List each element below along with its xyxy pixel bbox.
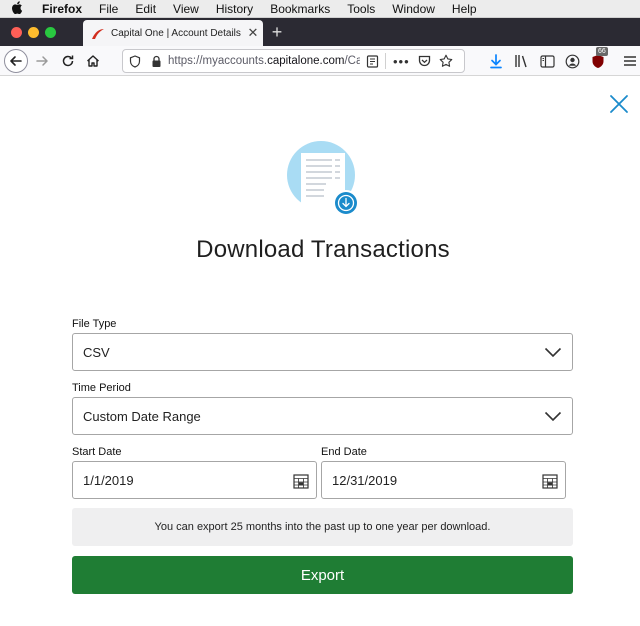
menu-window[interactable]: Window xyxy=(392,2,435,16)
sidebar-icon[interactable] xyxy=(539,53,555,69)
chevron-down-icon xyxy=(544,347,562,358)
url-prefix: https://myaccounts. xyxy=(168,55,268,67)
tab-close-icon[interactable]: ✕ xyxy=(243,25,263,41)
url-text[interactable]: https://myaccounts.capitalone.com/Ca xyxy=(168,55,360,67)
chevron-down-icon xyxy=(544,411,562,422)
file-type-label: File Type xyxy=(72,318,117,330)
tracking-protection-shield-icon[interactable] xyxy=(126,52,144,70)
new-tab-button[interactable]: + xyxy=(268,22,286,42)
menu-app-firefox[interactable]: Firefox xyxy=(42,2,82,16)
macos-menubar: Firefox File Edit View History Bookmarks… xyxy=(0,0,640,18)
pocket-icon[interactable] xyxy=(416,52,434,70)
file-type-value: CSV xyxy=(83,344,110,360)
ublock-badge-count: 66 xyxy=(596,47,608,56)
end-date-label: End Date xyxy=(321,446,367,458)
dialog-title: Download Transactions xyxy=(196,236,450,263)
home-icon xyxy=(87,55,99,67)
start-date-value: 1/1/2019 xyxy=(83,472,134,488)
reload-button[interactable] xyxy=(56,49,80,73)
arrow-left-icon xyxy=(10,56,22,66)
tab-strip: Capital One | Account Details ✕ + xyxy=(0,18,640,46)
time-period-value: Custom Date Range xyxy=(83,408,201,424)
export-limit-info-text: You can export 25 months into the past u… xyxy=(154,521,491,533)
calendar-icon[interactable] xyxy=(293,473,309,489)
arrow-right-icon xyxy=(36,56,48,66)
account-icon[interactable] xyxy=(564,53,580,69)
capital-one-favicon-icon xyxy=(91,27,105,39)
start-date-label: Start Date xyxy=(72,446,122,458)
menu-help[interactable]: Help xyxy=(452,2,477,16)
window-close-button[interactable] xyxy=(11,27,22,38)
tab-title: Capital One | Account Details xyxy=(111,27,241,39)
time-period-label: Time Period xyxy=(72,382,131,394)
file-type-select[interactable]: CSV xyxy=(72,333,573,371)
library-icon[interactable] xyxy=(514,53,530,69)
calendar-icon[interactable] xyxy=(542,473,558,489)
menu-history[interactable]: History xyxy=(216,2,253,16)
end-date-value: 12/31/2019 xyxy=(332,472,398,488)
menu-view[interactable]: View xyxy=(173,2,199,16)
home-button[interactable] xyxy=(81,49,105,73)
download-document-illustration-icon xyxy=(283,139,363,219)
time-period-select[interactable]: Custom Date Range xyxy=(72,397,573,435)
url-suffix: /Ca xyxy=(344,55,360,67)
reader-view-icon[interactable] xyxy=(363,52,381,70)
export-button[interactable]: Export xyxy=(72,556,573,594)
end-date-input[interactable]: 12/31/2019 xyxy=(321,461,566,499)
forward-button[interactable] xyxy=(30,49,54,73)
bookmark-star-icon[interactable] xyxy=(437,52,455,70)
url-bar-separator xyxy=(385,53,386,69)
menu-tools[interactable]: Tools xyxy=(347,2,375,16)
navigation-toolbar: https://myaccounts.capitalone.com/Ca •••… xyxy=(0,46,640,76)
menu-bookmarks[interactable]: Bookmarks xyxy=(270,2,330,16)
back-button[interactable] xyxy=(4,49,28,73)
ublock-origin-icon[interactable]: 66 xyxy=(590,47,608,69)
menu-file[interactable]: File xyxy=(99,2,118,16)
start-date-input[interactable]: 1/1/2019 xyxy=(72,461,317,499)
browser-tab-active[interactable]: Capital One | Account Details ✕ xyxy=(83,20,263,46)
window-zoom-button[interactable] xyxy=(45,27,56,38)
window-minimize-button[interactable] xyxy=(28,27,39,38)
url-domain: capitalone.com xyxy=(267,55,345,67)
dialog-close-icon[interactable] xyxy=(608,93,630,115)
apple-menu-icon[interactable] xyxy=(0,0,34,17)
reload-icon xyxy=(62,55,74,67)
lock-icon[interactable] xyxy=(147,52,165,70)
downloads-icon[interactable] xyxy=(488,53,504,69)
url-bar[interactable]: https://myaccounts.capitalone.com/Ca ••• xyxy=(122,49,465,73)
page-actions-menu-icon[interactable]: ••• xyxy=(393,54,410,69)
hamburger-menu-icon[interactable] xyxy=(622,53,638,69)
export-limit-info-banner: You can export 25 months into the past u… xyxy=(72,508,573,546)
menu-edit[interactable]: Edit xyxy=(135,2,156,16)
